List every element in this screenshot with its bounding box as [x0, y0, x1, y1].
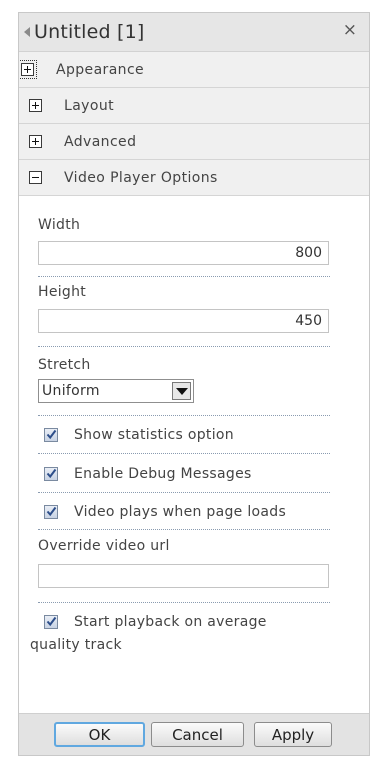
checkmark-icon: [46, 616, 57, 627]
ok-button[interactable]: OK: [54, 722, 145, 747]
divider: [38, 529, 330, 530]
divider: [38, 346, 330, 347]
average-quality-checkbox[interactable]: [44, 615, 58, 629]
autoplay-label: Video plays when page loads: [74, 504, 287, 520]
stretch-label: Stretch: [38, 357, 91, 373]
show-statistics-label: Show statistics option: [74, 427, 234, 443]
left-arrow-icon[interactable]: [24, 27, 30, 37]
width-input[interactable]: [38, 241, 329, 265]
enable-debug-row[interactable]: Enable Debug Messages: [38, 466, 349, 482]
stretch-select[interactable]: Uniform: [38, 379, 194, 403]
cancel-button[interactable]: Cancel: [151, 722, 244, 747]
autoplay-row[interactable]: Video plays when page loads: [38, 504, 349, 520]
section-layout[interactable]: Layout: [19, 88, 369, 124]
tool-pane-titlebar: Untitled [1] ×: [19, 13, 369, 52]
plus-icon[interactable]: [19, 60, 37, 79]
width-label: Width: [38, 217, 81, 233]
tool-pane-title: Untitled [1]: [34, 21, 145, 43]
minus-icon[interactable]: [29, 171, 42, 184]
height-input[interactable]: [38, 309, 329, 333]
section-advanced[interactable]: Advanced: [19, 124, 369, 160]
enable-debug-label: Enable Debug Messages: [74, 466, 252, 482]
button-bar: OK Cancel Apply: [19, 713, 369, 755]
autoplay-checkbox[interactable]: [44, 505, 58, 519]
video-player-options-body: Width Height Stretch Uniform Show statis…: [19, 217, 369, 653]
checkmark-icon: [46, 468, 57, 479]
close-icon[interactable]: ×: [343, 20, 357, 40]
override-url-label: Override video url: [38, 538, 170, 554]
plus-icon[interactable]: [29, 135, 42, 148]
average-quality-row[interactable]: Start playback on average: [38, 614, 349, 630]
apply-button[interactable]: Apply: [254, 722, 332, 747]
plus-icon[interactable]: [29, 99, 42, 112]
divider: [38, 276, 330, 277]
divider: [38, 415, 330, 416]
checkmark-icon: [46, 506, 57, 517]
show-statistics-checkbox[interactable]: [44, 428, 58, 442]
tool-pane: Untitled [1] × Appearance Layout Advance…: [18, 12, 370, 756]
section-layout-label: Layout: [64, 97, 114, 114]
average-quality-label-line2: quality track: [30, 637, 122, 653]
enable-debug-checkbox[interactable]: [44, 467, 58, 481]
divider: [38, 453, 330, 454]
divider: [38, 602, 330, 603]
chevron-down-icon[interactable]: [172, 382, 191, 400]
section-appearance[interactable]: Appearance: [19, 52, 369, 88]
show-statistics-row[interactable]: Show statistics option: [38, 427, 349, 443]
section-appearance-label: Appearance: [56, 61, 145, 78]
checkmark-icon: [46, 429, 57, 440]
divider: [38, 492, 330, 493]
section-video-player-options-label: Video Player Options: [64, 169, 218, 186]
section-advanced-label: Advanced: [64, 133, 137, 150]
section-video-player-options[interactable]: Video Player Options: [19, 160, 369, 196]
average-quality-label-line1: Start playback on average: [74, 614, 267, 630]
stretch-selected-value: Uniform: [42, 383, 100, 399]
override-url-input[interactable]: [38, 564, 329, 588]
height-label: Height: [38, 284, 87, 300]
